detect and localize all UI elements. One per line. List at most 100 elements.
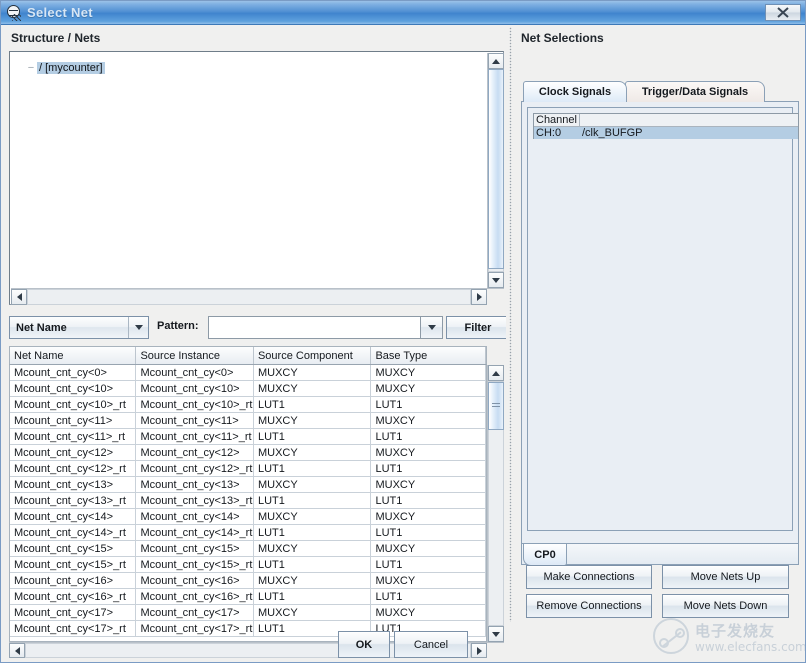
table-cell: Mcount_cnt_cy<10> [136,381,254,396]
filter-field-value: Net Name [10,322,128,334]
clock-signals-panel: Channel CH:0/clk_BUFGP [521,101,799,544]
table-cell: Mcount_cnt_cy<10> [10,381,136,396]
nets-table-body[interactable]: Mcount_cnt_cy<0>Mcount_cnt_cy<0>MUXCYMUX… [9,365,487,642]
chevron-down-icon[interactable] [128,317,148,338]
filter-button[interactable]: Filter [446,316,510,339]
pattern-combo[interactable] [208,316,443,339]
arrow-right-icon [477,293,482,301]
channel-cell: /clk_BUFGP [580,127,798,139]
table-row[interactable]: Mcount_cnt_cy<16>Mcount_cnt_cy<16>MUXCYM… [10,573,486,589]
channel-table[interactable]: Channel CH:0/clk_BUFGP [533,113,799,139]
table-scroll-thumb[interactable] [488,382,504,430]
tree-item-mycounter[interactable]: − / [mycounter] [25,61,105,75]
table-cell: Mcount_cnt_cy<16> [10,573,136,588]
filter-field-select[interactable]: Net Name [9,316,149,339]
table-row[interactable]: Mcount_cnt_cy<11>Mcount_cnt_cy<11>MUXCYM… [10,413,486,429]
arrow-left-icon [15,647,20,655]
channel-column-header[interactable] [580,114,798,126]
table-cell: LUT1 [371,461,486,476]
table-row[interactable]: Mcount_cnt_cy<13>_rtMcount_cnt_cy<13>_rt… [10,493,486,509]
channel-list-container: Channel CH:0/clk_BUFGP [527,107,793,531]
tree-scroll-right-button[interactable] [471,289,487,305]
table-vertical-scrollbar[interactable] [487,365,504,642]
cancel-button[interactable]: Cancel [394,631,468,658]
table-cell: Mcount_cnt_cy<10>_rt [10,397,136,412]
table-cell: Mcount_cnt_cy<16> [136,573,254,588]
table-row[interactable]: Mcount_cnt_cy<10>Mcount_cnt_cy<10>MUXCYM… [10,381,486,397]
table-cell: MUXCY [254,413,372,428]
signal-tabs: Clock SignalsTrigger/Data Signals [521,81,799,102]
table-row[interactable]: Mcount_cnt_cy<16>_rtMcount_cnt_cy<16>_rt… [10,589,486,605]
table-cell: LUT1 [254,429,372,444]
table-row[interactable]: CH:0/clk_BUFGP [534,127,798,139]
column-header[interactable]: Base Type [371,347,486,364]
move-nets-down-button[interactable]: Move Nets Down [662,594,789,618]
column-header[interactable]: Net Name [10,347,136,364]
table-cell: Mcount_cnt_cy<10>_rt [136,397,254,412]
table-row[interactable]: Mcount_cnt_cy<14>Mcount_cnt_cy<14>MUXCYM… [10,509,486,525]
pattern-chevron-down-icon[interactable] [420,317,442,338]
table-cell: MUXCY [254,477,372,492]
table-cell: MUXCY [254,605,372,620]
structure-nets-label: Structure / Nets [11,31,100,45]
table-cell: LUT1 [254,525,372,540]
table-cell: LUT1 [371,429,486,444]
make-connections-button[interactable]: Make Connections [526,565,652,589]
title-bar: Select Net [1,1,805,25]
structure-tree-view[interactable]: − / [mycounter] [11,53,487,288]
table-row[interactable]: Mcount_cnt_cy<15>Mcount_cnt_cy<15>MUXCYM… [10,541,486,557]
table-cell: Mcount_cnt_cy<14> [136,509,254,524]
table-cell: MUXCY [371,573,486,588]
table-cell: MUXCY [371,413,486,428]
tree-scroll-down-button[interactable] [488,272,504,288]
table-cell: Mcount_cnt_cy<13>_rt [10,493,136,508]
table-row[interactable]: Mcount_cnt_cy<12>_rtMcount_cnt_cy<12>_rt… [10,461,486,477]
table-row[interactable]: Mcount_cnt_cy<0>Mcount_cnt_cy<0>MUXCYMUX… [10,365,486,381]
table-cell: Mcount_cnt_cy<15> [10,541,136,556]
arrow-up-icon [492,59,500,64]
pattern-input[interactable] [209,317,420,338]
table-row[interactable]: Mcount_cnt_cy<15>_rtMcount_cnt_cy<15>_rt… [10,557,486,573]
column-header[interactable]: Source Component [254,347,372,364]
app-globe-icon [5,4,23,22]
table-cell: LUT1 [254,557,372,572]
table-row[interactable]: Mcount_cnt_cy<10>_rtMcount_cnt_cy<10>_rt… [10,397,486,413]
table-row[interactable]: Mcount_cnt_cy<17>Mcount_cnt_cy<17>MUXCYM… [10,605,486,621]
table-cell: MUXCY [254,445,372,460]
tree-hscroll-track[interactable] [27,289,471,305]
tab-trigger-data-signals[interactable]: Trigger/Data Signals [625,81,765,102]
table-scroll-down-button[interactable] [488,626,504,642]
remove-connections-button[interactable]: Remove Connections [526,594,652,618]
table-row[interactable]: Mcount_cnt_cy<14>_rtMcount_cnt_cy<14>_rt… [10,525,486,541]
tab-cp0[interactable]: CP0 [523,544,567,566]
tree-horizontal-scrollbar[interactable] [11,288,504,305]
net-selections-pane: Net Selections Clock SignalsTrigger/Data… [515,27,805,622]
channel-table-header: Channel [534,114,798,127]
table-cell: Mcount_cnt_cy<12> [10,445,136,460]
tree-scroll-up-button[interactable] [488,53,504,69]
table-scroll-up-button[interactable] [488,365,504,381]
close-icon[interactable] [765,4,801,21]
move-nets-up-button[interactable]: Move Nets Up [662,565,789,589]
table-cell: MUXCY [254,365,372,380]
tab-clock-signals[interactable]: Clock Signals [523,81,627,102]
tree-collapse-icon[interactable]: − [25,63,37,73]
table-row[interactable]: Mcount_cnt_cy<12>Mcount_cnt_cy<12>MUXCYM… [10,445,486,461]
table-row[interactable]: Mcount_cnt_cy<13>Mcount_cnt_cy<13>MUXCYM… [10,477,486,493]
table-row[interactable]: Mcount_cnt_cy<11>_rtMcount_cnt_cy<11>_rt… [10,429,486,445]
table-cell: MUXCY [254,573,372,588]
split-pane-divider[interactable] [506,27,515,622]
tree-scroll-left-button[interactable] [11,289,27,305]
table-cell: Mcount_cnt_cy<16>_rt [136,589,254,604]
table-cell: MUXCY [371,381,486,396]
column-header[interactable]: Source Instance [136,347,254,364]
table-scroll-left-button[interactable] [9,643,25,658]
table-scroll-right-button[interactable] [471,643,487,658]
watermark-url-text: www.elecfans.com [695,640,806,654]
ok-button[interactable]: OK [338,631,390,658]
tree-vertical-scrollbar[interactable] [487,53,504,288]
channel-column-header[interactable]: Channel [534,114,580,126]
table-cell: MUXCY [254,381,372,396]
table-cell: Mcount_cnt_cy<14> [10,509,136,524]
tree-scroll-thumb[interactable] [488,69,504,269]
